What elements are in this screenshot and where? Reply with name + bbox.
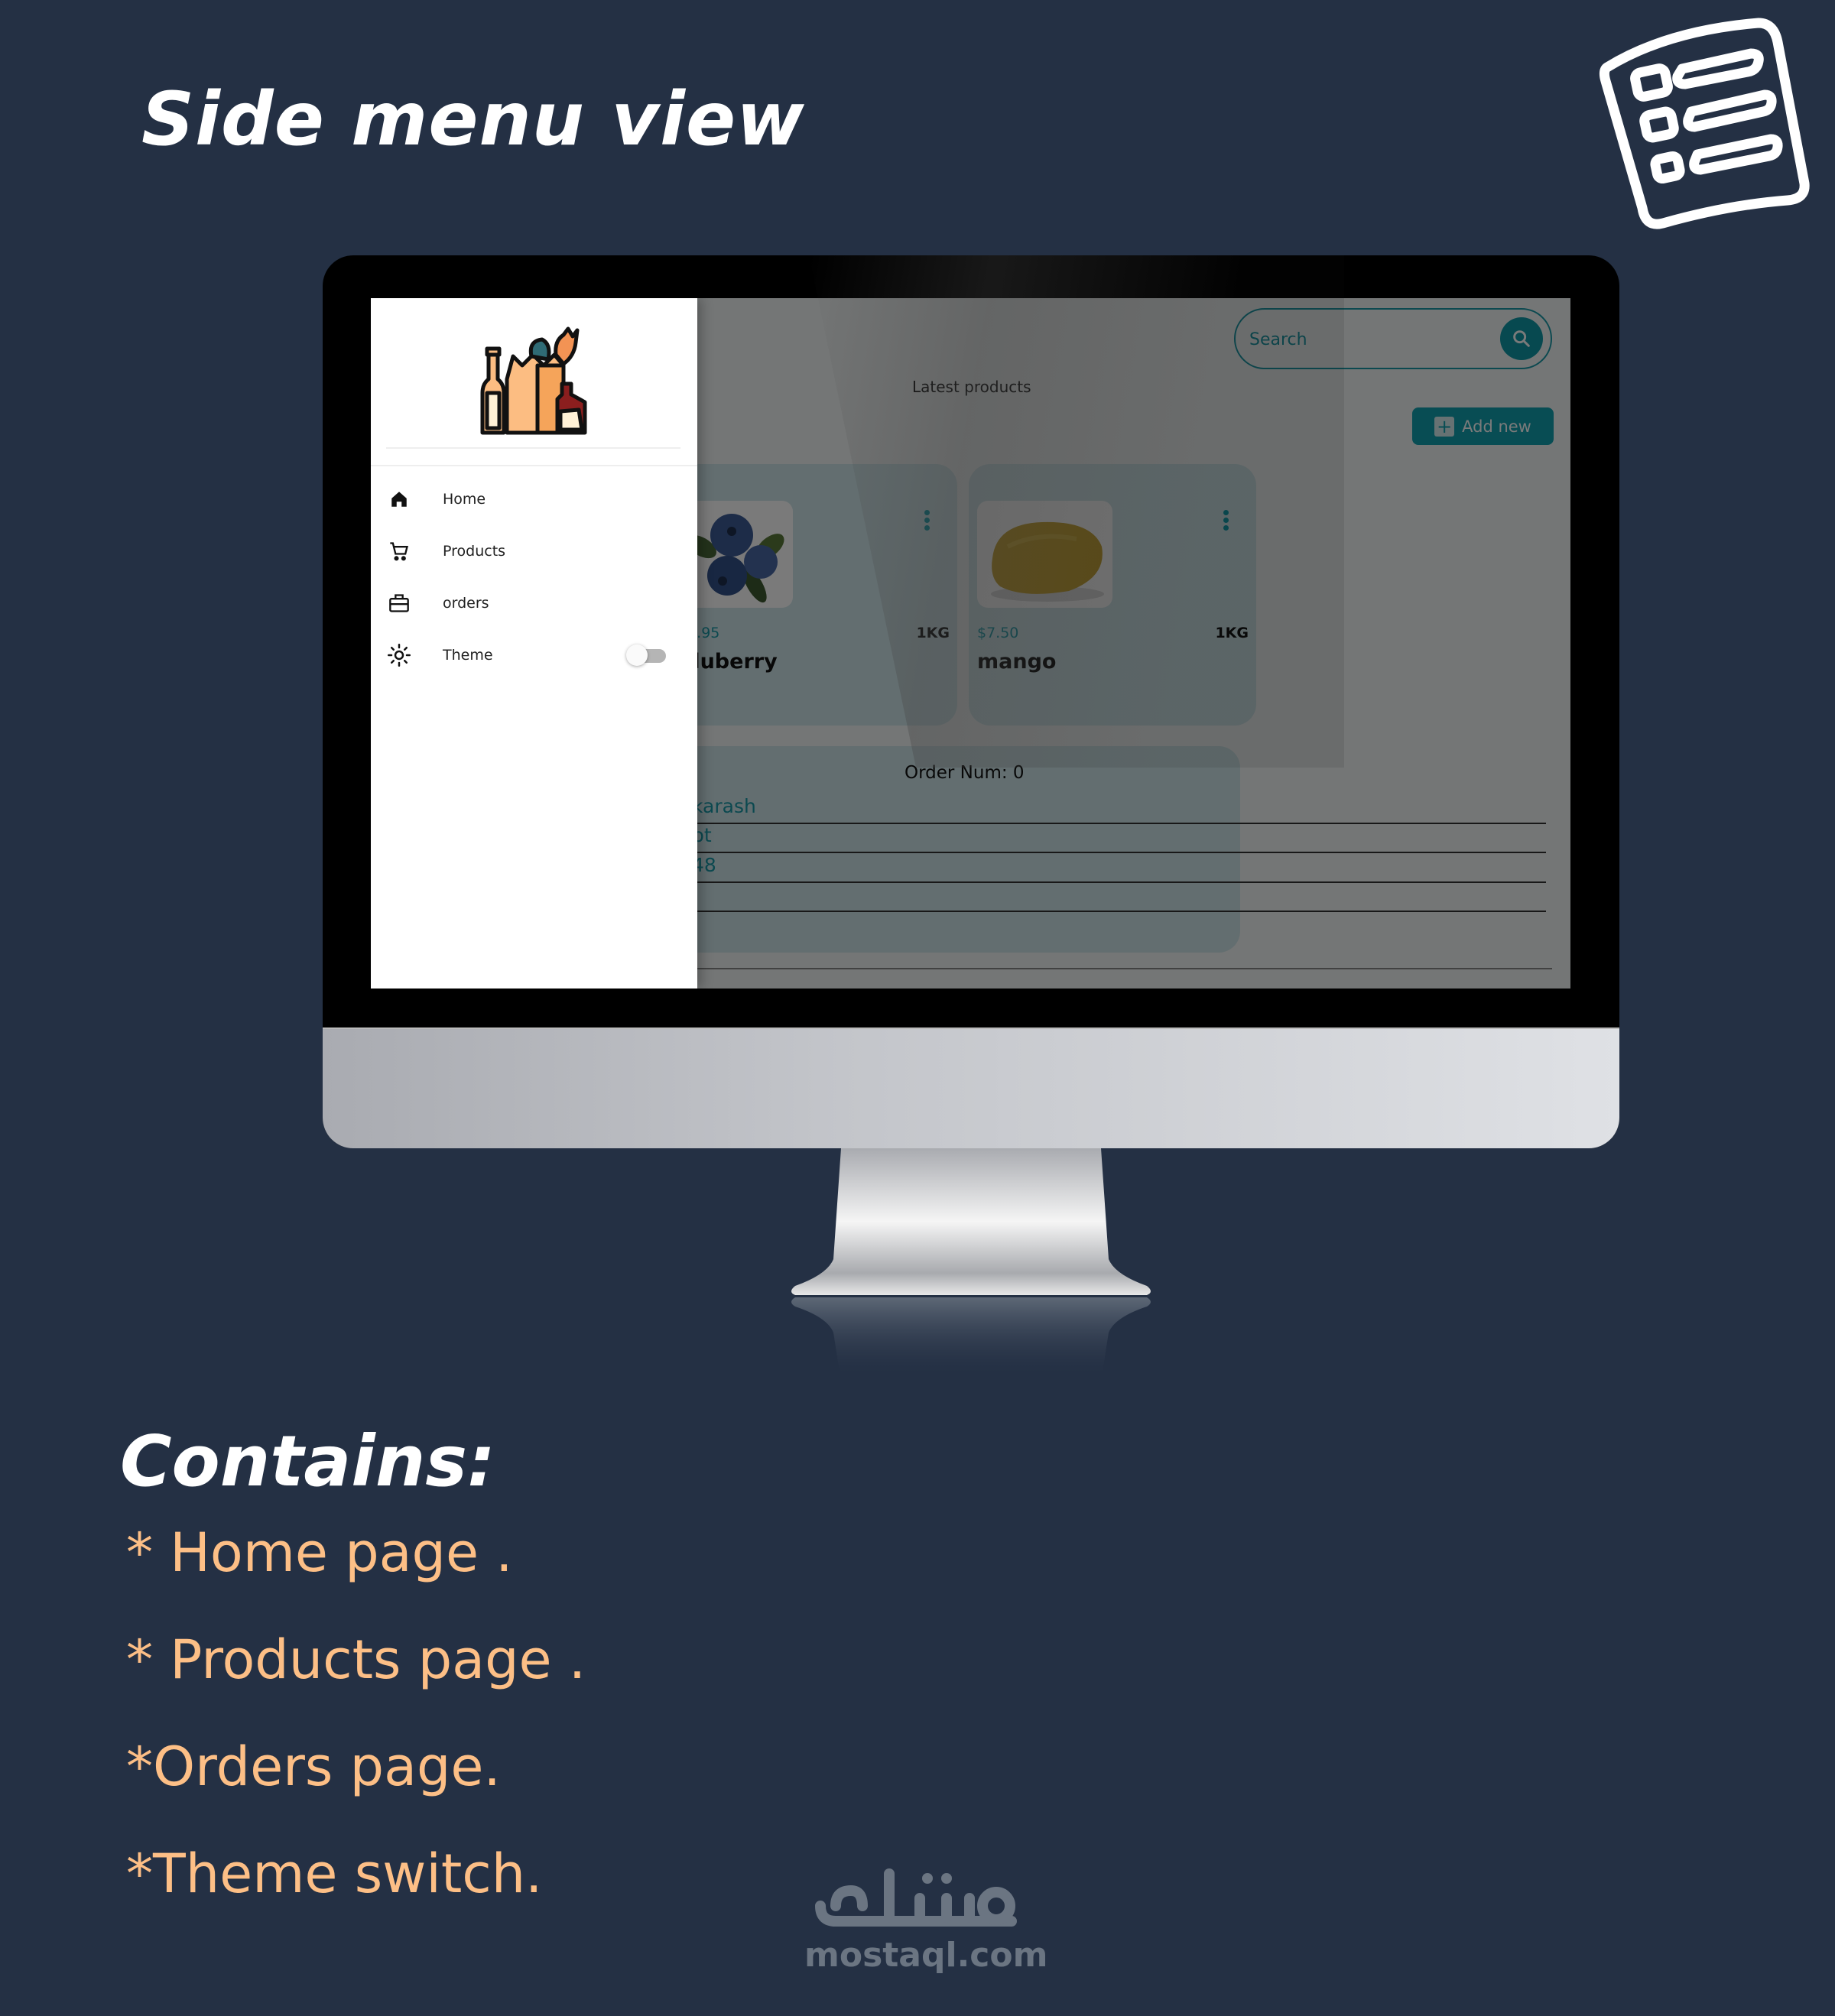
nav-label: Products	[443, 543, 506, 560]
toggle-thumb	[626, 644, 648, 666]
app-screen: Latest products + Add new $6.50	[371, 298, 1570, 989]
nav-item-home[interactable]: Home	[371, 476, 697, 522]
theme-toggle[interactable]	[626, 644, 669, 667]
home-icon	[386, 486, 412, 512]
briefcase-icon	[386, 590, 412, 616]
side-drawer: Home Products orders Theme	[371, 298, 697, 989]
divider	[386, 447, 680, 449]
mostaql-logo	[815, 1868, 1017, 1927]
divider	[371, 465, 697, 466]
checklist-icon	[1599, 18, 1810, 229]
nav-label: orders	[443, 595, 489, 612]
contains-title: Contains:	[120, 1420, 495, 1502]
nav-label: Home	[443, 491, 486, 508]
nav-item-orders[interactable]: orders	[371, 580, 697, 626]
grocery-bag-logo	[480, 326, 587, 435]
nav-item-theme[interactable]: Theme	[371, 632, 697, 678]
page-title: Side menu view	[141, 76, 805, 162]
sun-icon	[386, 642, 412, 668]
monitor-chin	[323, 1027, 1619, 1148]
feature-item: * Products page .	[126, 1628, 586, 1691]
nav-label: Theme	[443, 647, 493, 664]
feature-item: *Orders page.	[126, 1735, 501, 1798]
monitor-stand	[791, 1148, 1151, 1295]
stand-reflection	[791, 1297, 1151, 1381]
watermark: mostaql.com	[804, 1936, 1048, 1975]
feature-item: * Home page .	[126, 1521, 513, 1584]
nav-item-products[interactable]: Products	[371, 528, 697, 574]
cart-icon	[386, 538, 412, 564]
feature-item: *Theme switch.	[126, 1842, 543, 1905]
